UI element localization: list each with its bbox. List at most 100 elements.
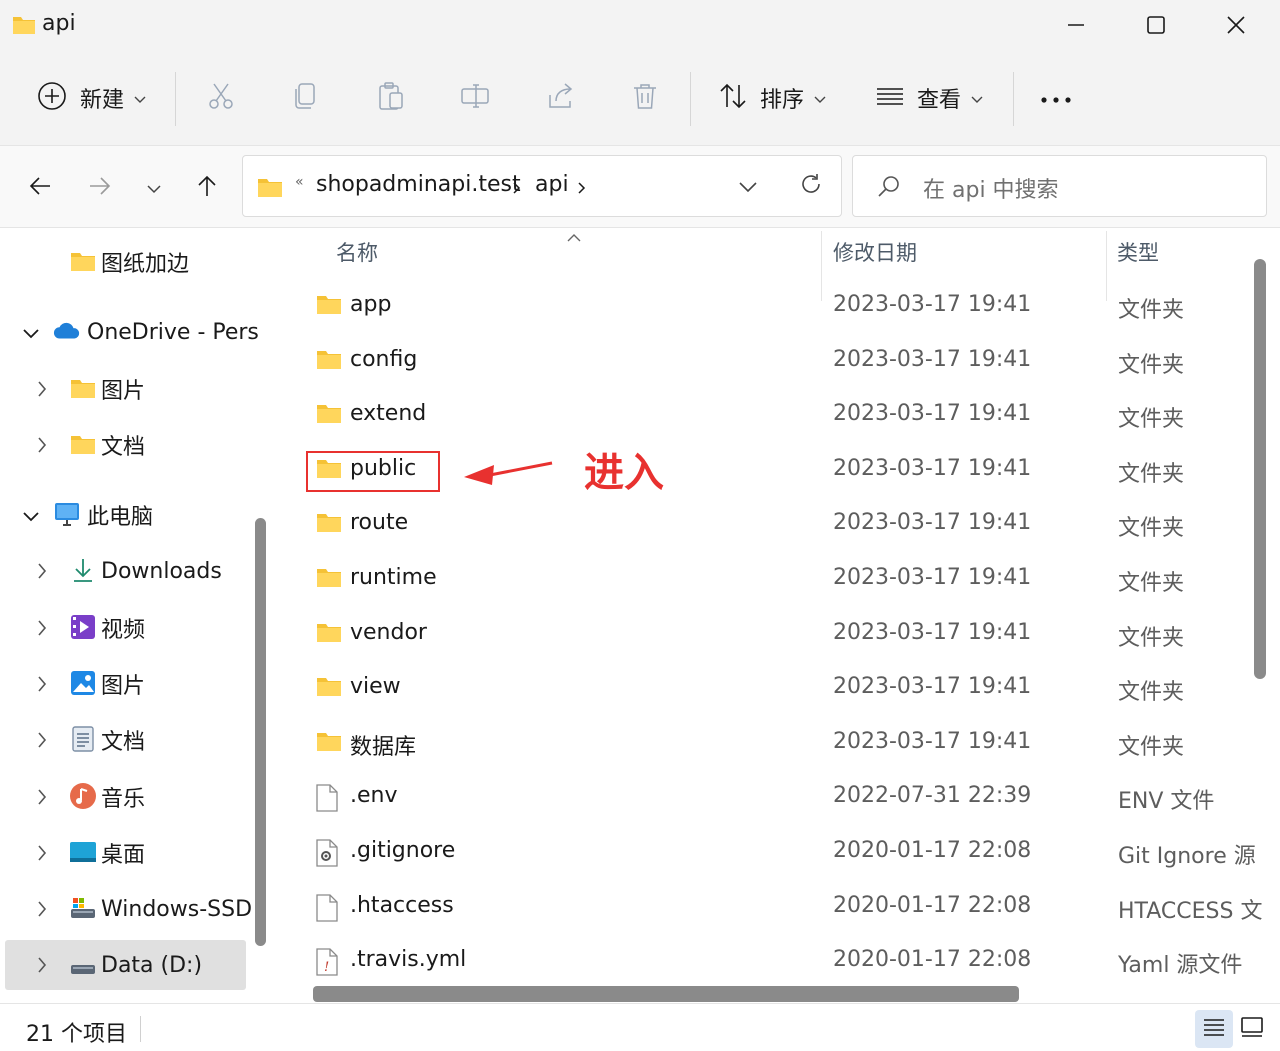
- command-bar: 新建 排序 查看: [0, 50, 1280, 146]
- sidebar-item-label: Windows-SSD: [101, 896, 253, 922]
- address-bar[interactable]: « shopadminapi.test api: [242, 155, 842, 217]
- file-type: 文件夹: [1118, 407, 1185, 433]
- chevron-right-icon[interactable]: [37, 957, 47, 977]
- horizontal-scrollbar[interactable]: [313, 986, 1019, 1002]
- sort-button[interactable]: 排序: [718, 50, 826, 146]
- sidebar-item[interactable]: 文档: [5, 420, 246, 470]
- sidebar-item-label: 桌面: [101, 843, 146, 868]
- table-row[interactable]: app 2023-03-17 19:41 文件夹: [304, 281, 1264, 335]
- table-row[interactable]: vendor 2023-03-17 19:41 文件夹: [304, 609, 1264, 663]
- sidebar-item[interactable]: Data (D:): [5, 940, 246, 990]
- sidebar-item[interactable]: 桌面: [5, 828, 246, 878]
- cut-button[interactable]: [206, 50, 236, 146]
- arrow-left-icon: [460, 455, 556, 495]
- status-divider: [140, 1016, 141, 1042]
- chevron-right-icon[interactable]: [37, 381, 47, 401]
- breadcrumb-item[interactable]: shopadminapi.test: [316, 172, 521, 197]
- chevron-right-icon[interactable]: [37, 845, 47, 865]
- table-row[interactable]: .htaccess 2020-01-17 22:08 HTACCESS 文: [304, 882, 1264, 936]
- table-row[interactable]: ! .travis.yml 2020-01-17 22:08 Yaml 源文件: [304, 936, 1264, 990]
- arrow-left-icon: [29, 176, 51, 200]
- chevron-right-icon[interactable]: [37, 789, 47, 809]
- table-row[interactable]: .env 2022-07-31 22:39 ENV 文件: [304, 772, 1264, 826]
- sidebar-item[interactable]: Downloads: [5, 546, 246, 596]
- table-row[interactable]: runtime 2023-03-17 19:41 文件夹: [304, 554, 1264, 608]
- chevron-right-icon[interactable]: [37, 676, 47, 696]
- sidebar-scrollbar[interactable]: [255, 518, 266, 946]
- copy-icon: [292, 81, 322, 115]
- paste-button[interactable]: [376, 50, 406, 146]
- more-button[interactable]: [1040, 50, 1072, 146]
- file-date: 2023-03-17 19:41: [833, 292, 1032, 317]
- chevron-right-icon[interactable]: [37, 563, 47, 583]
- sidebar-item-onedrive[interactable]: OneDrive - Pers: [5, 307, 259, 357]
- table-row[interactable]: view 2023-03-17 19:41 文件夹: [304, 663, 1264, 717]
- file-type: 文件夹: [1118, 516, 1185, 542]
- up-button[interactable]: [189, 170, 225, 206]
- table-row[interactable]: .gitignore 2020-01-17 22:08 Git Ignore 源: [304, 827, 1264, 881]
- sidebar-item[interactable]: 图片: [5, 364, 246, 414]
- sidebar-item-label: 图纸加边: [101, 252, 190, 277]
- view-button[interactable]: 查看: [875, 50, 983, 146]
- share-button[interactable]: [546, 50, 576, 146]
- forward-button[interactable]: [82, 170, 118, 206]
- sidebar-item[interactable]: 视频: [5, 603, 246, 653]
- details-view-icon: [1202, 1016, 1226, 1042]
- sidebar-item[interactable]: 文档: [5, 715, 246, 765]
- copy-button[interactable]: [292, 50, 322, 146]
- chevron-right-icon[interactable]: [513, 179, 521, 198]
- tiles-view-icon: [1240, 1016, 1264, 1042]
- file-date: 2023-03-17 19:41: [833, 674, 1032, 700]
- tiles-view-button[interactable]: [1233, 1010, 1271, 1048]
- search-input[interactable]: 在 api 中搜索: [923, 172, 1059, 204]
- sidebar-item[interactable]: 图片: [5, 659, 246, 709]
- refresh-icon[interactable]: [799, 172, 823, 200]
- chevron-down-icon[interactable]: [23, 324, 39, 343]
- table-row[interactable]: route 2023-03-17 19:41 文件夹: [304, 499, 1264, 553]
- table-row[interactable]: public 2023-03-17 19:41 文件夹: [304, 445, 1264, 499]
- chevron-down-icon: [971, 89, 983, 108]
- maximize-button[interactable]: [1116, 0, 1196, 50]
- back-button[interactable]: [22, 170, 58, 206]
- close-button[interactable]: [1196, 0, 1276, 50]
- sidebar-item-label: 文档: [101, 435, 146, 460]
- sidebar-item[interactable]: Windows-SSD: [5, 884, 252, 934]
- column-header-name[interactable]: 名称: [336, 237, 378, 283]
- sidebar-item[interactable]: 图纸加边: [5, 237, 246, 287]
- table-row[interactable]: config 2023-03-17 19:41 文件夹: [304, 336, 1264, 390]
- recent-locations-button[interactable]: [136, 170, 172, 206]
- chevron-right-icon[interactable]: [37, 437, 47, 457]
- details-view-button[interactable]: [1195, 1010, 1233, 1048]
- video-icon: [69, 613, 97, 641]
- sidebar-item-this-pc[interactable]: 此电脑: [5, 490, 246, 540]
- chevron-right-icon[interactable]: [37, 901, 47, 921]
- chevron-down-icon[interactable]: [739, 178, 757, 197]
- highlight-box: [306, 451, 440, 492]
- file-type: 文件夹: [1118, 352, 1185, 378]
- sidebar-item-label: Data (D:): [101, 952, 203, 978]
- chevron-right-icon[interactable]: [37, 620, 47, 640]
- chevron-right-icon[interactable]: [37, 732, 47, 752]
- annotation-label: 进入: [584, 450, 664, 496]
- column-header-date[interactable]: 修改日期: [833, 237, 917, 283]
- chevron-down-icon[interactable]: [23, 507, 39, 526]
- new-button[interactable]: 新建: [36, 50, 146, 146]
- file-type: 文件夹: [1118, 461, 1185, 487]
- file-date: 2020-01-17 22:08: [833, 947, 1032, 973]
- breadcrumb-overflow[interactable]: «: [295, 174, 304, 190]
- vertical-scrollbar[interactable]: [1254, 259, 1266, 679]
- table-row[interactable]: extend 2023-03-17 19:41 文件夹: [304, 390, 1264, 444]
- breadcrumb-item[interactable]: api: [535, 172, 569, 197]
- file-icon: [316, 893, 342, 922]
- folder-icon: [257, 176, 283, 202]
- minimize-button[interactable]: [1036, 0, 1116, 50]
- chevron-right-icon[interactable]: [578, 179, 586, 198]
- column-header-type[interactable]: 类型: [1117, 237, 1159, 283]
- file-type: HTACCESS 文: [1118, 898, 1263, 924]
- table-row[interactable]: 数据库 2023-03-17 19:41 文件夹: [304, 718, 1264, 772]
- search-box[interactable]: 在 api 中搜索: [852, 155, 1267, 217]
- rename-button[interactable]: [460, 50, 492, 146]
- svg-text:!: !: [324, 960, 329, 975]
- delete-button[interactable]: [630, 50, 660, 146]
- sidebar-item[interactable]: 音乐: [5, 772, 246, 822]
